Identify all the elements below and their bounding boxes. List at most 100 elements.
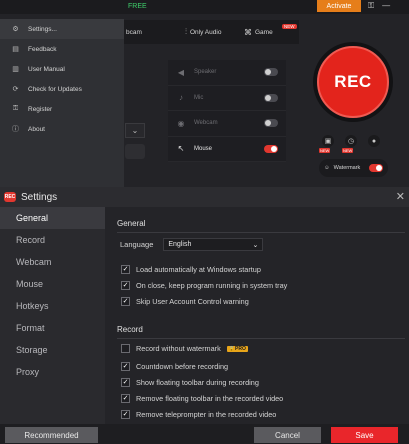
nav-general[interactable]: General xyxy=(0,207,105,229)
nav-record[interactable]: Record xyxy=(0,229,105,251)
chevron-down-icon: ⌄ xyxy=(252,241,259,249)
menu-item-about[interactable]: ⓘ About xyxy=(0,119,124,139)
pro-badge: 🔒PRO xyxy=(226,345,248,352)
main-menu-dropdown: ⚙ Settings... ▤ Feedback ▥ User Manual ⟳… xyxy=(0,19,124,187)
feedback-icon: ▤ xyxy=(12,46,19,53)
source-label: Webcam xyxy=(194,120,218,127)
nav-storage[interactable]: Storage xyxy=(0,339,105,361)
cancel-button[interactable]: Cancel xyxy=(254,427,321,443)
divider xyxy=(117,338,405,339)
option-label: Load automatically at Windows startup xyxy=(136,265,261,274)
checkbox[interactable] xyxy=(121,344,130,353)
option-floating-toolbar[interactable]: ✓ Show floating toolbar during recording xyxy=(121,378,259,387)
menu-item-feedback[interactable]: ▤ Feedback xyxy=(0,39,124,59)
source-label: Speaker xyxy=(194,69,217,76)
close-icon[interactable]: ✕ xyxy=(396,190,405,203)
activate-button[interactable]: Activate xyxy=(317,0,361,12)
language-value: English xyxy=(168,241,192,248)
settings-content: General Language English ⌄ ✓ Load automa… xyxy=(105,207,409,424)
save-button[interactable]: Save xyxy=(331,427,398,443)
app-logo: REC xyxy=(4,192,16,202)
watermark-toggle[interactable] xyxy=(369,164,383,172)
speaker-icon: ◀ xyxy=(177,67,185,77)
mode-selector: bcam ⫶ Only Audio ⌘ Game xyxy=(122,20,299,44)
settings-footer: Recommended Cancel Save xyxy=(0,424,409,444)
gear-icon: ⚙ xyxy=(12,26,19,33)
settings-nav: General Record Webcam Mouse Hotkeys Form… xyxy=(0,207,105,424)
webcam-toggle[interactable] xyxy=(264,119,278,128)
record-drop-icon[interactable]: ● xyxy=(368,135,380,147)
mouse-toggle[interactable] xyxy=(264,144,278,153)
nav-proxy[interactable]: Proxy xyxy=(0,361,105,383)
checkbox[interactable]: ✓ xyxy=(121,410,130,419)
source-mic[interactable]: ♪ Mic xyxy=(168,86,286,111)
menu-item-settings[interactable]: ⚙ Settings... xyxy=(0,19,124,39)
menu-item-user-manual[interactable]: ▥ User Manual xyxy=(0,59,124,79)
source-webcam[interactable]: ◉ Webcam xyxy=(168,111,286,137)
menu-item-register[interactable]: ⚿ Register xyxy=(0,99,124,119)
nav-hotkeys[interactable]: Hotkeys xyxy=(0,295,105,317)
mode-webcam[interactable]: bcam xyxy=(122,29,181,36)
source-label: Mouse xyxy=(194,145,213,152)
option-no-watermark[interactable]: Record without watermark 🔒PRO xyxy=(121,344,248,353)
window-controls: ⚿ — xyxy=(368,1,390,11)
menu-item-label: User Manual xyxy=(28,65,65,73)
gamepad-icon: ⌘ xyxy=(244,27,252,37)
chevron-down-icon[interactable]: ⌄ xyxy=(125,123,145,138)
settings-dialog: REC Settings ✕ General Record Webcam Mou… xyxy=(0,187,409,444)
source-panel: ◀ Speaker ♪ Mic ◉ Webcam ↖ Mouse xyxy=(168,60,286,162)
key-icon[interactable]: ⚿ xyxy=(368,1,374,11)
rec-button[interactable]: REC xyxy=(317,46,389,118)
option-countdown[interactable]: ✓ Countdown before recording xyxy=(121,362,228,371)
settings-title: Settings xyxy=(21,191,58,203)
language-label: Language xyxy=(120,240,154,249)
option-label: Remove teleprompter in the recorded vide… xyxy=(136,410,277,419)
audio-wave-icon: ⫶ xyxy=(185,27,187,36)
checkbox[interactable]: ✓ xyxy=(121,297,130,306)
mode-only-audio[interactable]: ⫶ Only Audio xyxy=(181,27,240,37)
checkbox[interactable]: ✓ xyxy=(121,378,130,387)
language-row: Language English ⌄ xyxy=(120,238,264,251)
watermark-control[interactable]: ☺ Watermark xyxy=(319,159,388,177)
info-icon: ⓘ xyxy=(12,126,19,133)
update-icon: ⟳ xyxy=(12,86,19,93)
menu-item-label: Check for Updates xyxy=(28,85,82,93)
menu-item-check-updates[interactable]: ⟳ Check for Updates xyxy=(0,79,124,99)
option-remove-toolbar[interactable]: ✓ Remove floating toolbar in the recorde… xyxy=(121,394,283,403)
source-speaker[interactable]: ◀ Speaker xyxy=(168,60,286,86)
language-select[interactable]: English ⌄ xyxy=(163,238,264,251)
menu-item-label: Register xyxy=(28,105,53,113)
option-label: Skip User Account Control warning xyxy=(136,297,249,306)
section-record-heading: Record xyxy=(117,325,143,334)
mouse-icon: ↖ xyxy=(177,144,185,154)
free-badge: FREE xyxy=(128,3,147,10)
checkbox[interactable]: ✓ xyxy=(121,362,130,371)
speaker-toggle[interactable] xyxy=(264,68,278,77)
left-input[interactable] xyxy=(125,144,145,159)
mode-game-label: Game xyxy=(255,28,273,36)
timer-icon[interactable]: ◷ NEW xyxy=(342,135,357,153)
key-icon: ⚿ xyxy=(12,105,19,112)
new-badge: NEW xyxy=(282,24,297,29)
user-icon: ☺ xyxy=(324,165,330,171)
mic-toggle[interactable] xyxy=(264,93,278,102)
checkbox[interactable]: ✓ xyxy=(121,265,130,274)
menu-item-label: Feedback xyxy=(28,45,57,53)
option-autostart[interactable]: ✓ Load automatically at Windows startup xyxy=(121,265,261,274)
option-keep-running[interactable]: ✓ On close, keep program running in syst… xyxy=(121,281,287,290)
nav-webcam[interactable]: Webcam xyxy=(0,251,105,273)
nav-mouse[interactable]: Mouse xyxy=(0,273,105,295)
mic-icon: ♪ xyxy=(179,93,183,103)
checkbox[interactable]: ✓ xyxy=(121,281,130,290)
option-remove-teleprompter[interactable]: ✓ Remove teleprompter in the recorded vi… xyxy=(121,410,276,419)
option-label: On close, keep program running in system… xyxy=(136,281,288,290)
minimize-icon[interactable]: — xyxy=(382,1,390,11)
recommended-button[interactable]: Recommended xyxy=(5,427,98,443)
checkbox[interactable]: ✓ xyxy=(121,394,130,403)
mode-audio-label: Only Audio xyxy=(190,28,222,36)
nav-format[interactable]: Format xyxy=(0,317,105,339)
option-skip-uac[interactable]: ✓ Skip User Account Control warning xyxy=(121,297,249,306)
settings-title-bar: REC Settings xyxy=(0,187,409,207)
screenshot-icon[interactable]: ▣ NEW xyxy=(319,135,334,153)
source-mouse[interactable]: ↖ Mouse xyxy=(168,137,286,162)
